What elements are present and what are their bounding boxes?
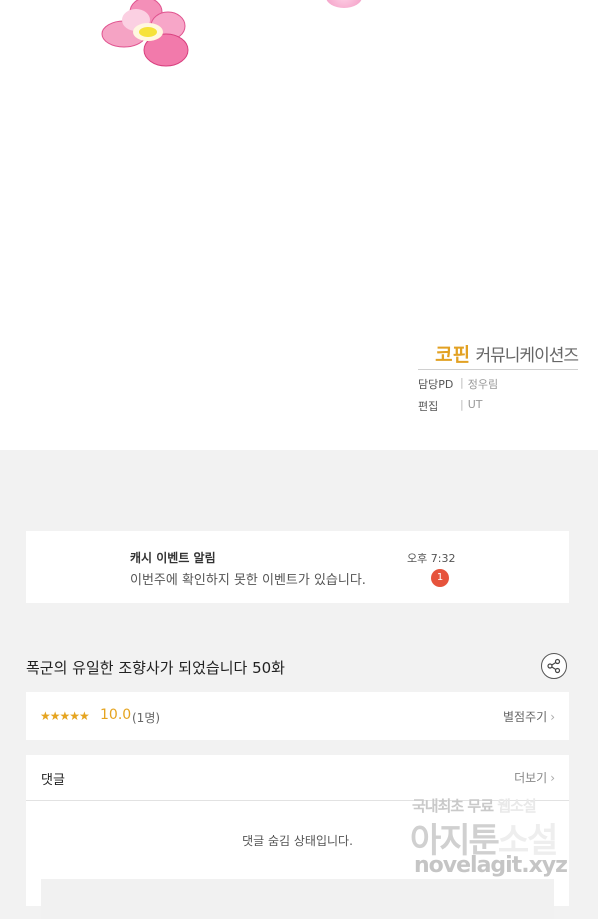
cash-event-notification[interactable]: 캐시 이벤트 알림 이번주에 확인하지 못한 이벤트가 있습니다. 오후 7:3… <box>26 531 569 603</box>
credit-editor-value: UT <box>467 398 483 411</box>
studio-name-b: 커뮤니케이션즈 <box>475 346 579 366</box>
watermark-url: novelagit.xyz <box>414 853 568 878</box>
rating-votes: (1명) <box>132 711 161 725</box>
notification-badge: 1 <box>431 569 449 587</box>
credit-pd: 담당PD | 정우림 <box>418 376 578 392</box>
credit-pd-value: 정우림 <box>467 378 499 391</box>
studio-logo: 코핀 커뮤니케이션즈 <box>418 340 579 370</box>
rating-card: ★★★★★ 10.0 (1명) 별점주기 › <box>26 692 569 740</box>
notification-time: 오후 7:32 <box>407 552 456 565</box>
comments-more-label: 더보기 <box>514 771 548 785</box>
flower-icon <box>101 0 189 67</box>
share-button[interactable] <box>541 653 567 679</box>
studio-name-a: 코핀 <box>435 344 471 366</box>
rate-button[interactable]: 별점주기 › <box>503 708 555 725</box>
comments-title: 댓글 <box>41 773 65 788</box>
notification-message: 이번주에 확인하지 못한 이벤트가 있습니다. <box>130 573 366 588</box>
watermark: 국내최초 무료 웹소설 아지툰소설 novelagit.xyz <box>410 795 578 890</box>
credit-pd-label: 담당PD <box>418 378 454 391</box>
share-icon <box>547 658 561 674</box>
rating-score: 10.0 <box>100 707 132 723</box>
episode-title: 폭군의 유일한 조향사가 되었습니다 50화 <box>26 659 285 677</box>
credit-separator: | <box>460 376 464 389</box>
episode-end-image: 코핀 커뮤니케이션즈 담당PD | 정우림 편집 | UT <box>0 0 598 450</box>
credit-editor-label: 편집 <box>418 400 439 413</box>
credit-separator: | <box>460 398 464 411</box>
bubble-decoration <box>326 0 362 8</box>
rate-button-label: 별점주기 <box>503 710 548 724</box>
chevron-right-icon: › <box>550 710 555 724</box>
chevron-right-icon: › <box>550 771 555 785</box>
star-rating-icon: ★★★★★ <box>40 709 90 723</box>
notification-title: 캐시 이벤트 알림 <box>130 551 216 565</box>
comments-more-button[interactable]: 더보기 › <box>514 769 555 786</box>
credit-editor: 편집 | UT <box>418 398 578 414</box>
credits: 코핀 커뮤니케이션즈 담당PD | 정우림 편집 | UT <box>418 340 579 414</box>
